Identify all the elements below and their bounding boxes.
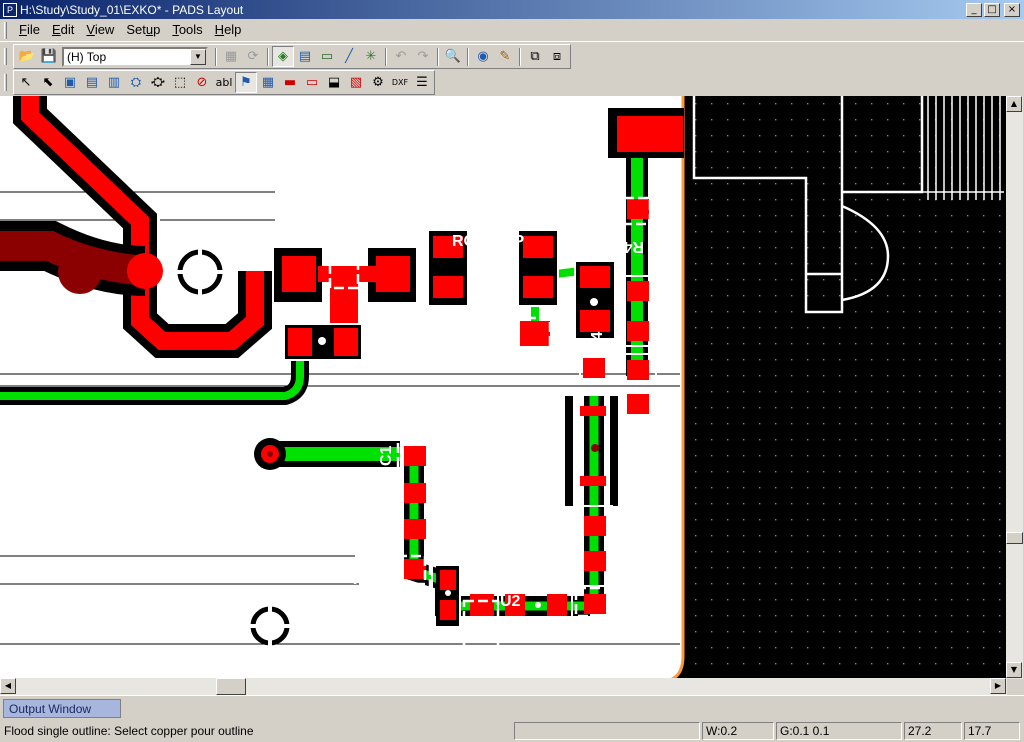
from-library-icon[interactable]: ▧: [345, 72, 367, 93]
status-grid: G:0.1 0.1: [776, 721, 902, 740]
scroll-corner: [1007, 679, 1024, 695]
view-icon[interactable]: ◉: [472, 46, 494, 67]
standard-toolbar-group: 📂 💾 (H) Top ▼ ▦ ⟳ ◈ ▤ ▭ ╱ ✳ ↶ ↷ 🔍 ◉ ✎ ⧉ …: [13, 44, 571, 69]
undo-icon[interactable]: ↶: [390, 46, 412, 67]
pour-icon[interactable]: ▤: [294, 46, 316, 67]
vertical-scroll-thumb[interactable]: [1006, 532, 1023, 544]
scroll-left-button[interactable]: ◀: [0, 678, 16, 694]
pcb-drawing[interactable]: R4 C1 U2 C4 RC CP: [0, 96, 1007, 679]
label-rc: RC: [452, 233, 476, 250]
dxf-icon[interactable]: DXF: [389, 72, 411, 93]
pads-app-icon[interactable]: P: [3, 2, 17, 17]
copper-icon[interactable]: ▣: [59, 72, 81, 93]
menu-setup[interactable]: Setup: [120, 20, 166, 40]
save-icon[interactable]: 💾: [38, 46, 60, 67]
zoom-board-icon[interactable]: ⧈: [546, 46, 568, 67]
vertical-scrollbar[interactable]: ▲ ▼: [1006, 96, 1023, 679]
scroll-right-button[interactable]: ▶: [990, 678, 1006, 694]
label-cp: CP: [502, 233, 525, 250]
toolbar-separator: [519, 47, 521, 66]
toolbar-separator: [437, 47, 439, 66]
maximize-button[interactable]: □: [984, 2, 1000, 17]
layer-select-value: (H) Top: [67, 49, 107, 64]
pour-manager-icon[interactable]: ▦: [257, 72, 279, 93]
toolbar-separator: [215, 47, 217, 66]
title-bar: P H:\Study\Study_01\EXKO* - PADS Layout …: [0, 0, 1024, 19]
layer-select[interactable]: (H) Top ▼: [62, 46, 208, 67]
close-button[interactable]: ×: [1004, 2, 1020, 17]
select-mode-icon[interactable]: ⬉: [37, 72, 59, 93]
board-outline-icon[interactable]: ⬚: [169, 72, 191, 93]
select-icon[interactable]: ↖: [15, 72, 37, 93]
horizontal-scroll-thumb[interactable]: [216, 678, 246, 695]
refresh-icon[interactable]: ⟳: [242, 46, 264, 67]
dimension-alt-icon[interactable]: ▭: [301, 72, 323, 93]
copper-cutout-icon[interactable]: ▤: [81, 72, 103, 93]
label-r4: R4: [623, 238, 644, 255]
copper-pour-icon[interactable]: ▥: [103, 72, 125, 93]
status-x: 27.2: [904, 721, 962, 740]
menu-file[interactable]: File: [13, 20, 46, 40]
open-icon[interactable]: 📂: [16, 46, 38, 67]
properties-icon[interactable]: ▦: [220, 46, 242, 67]
label-c1: C1: [378, 445, 395, 466]
keepout-icon[interactable]: ⊘: [191, 72, 213, 93]
drafting-toolbar-group: ↖ ⬉ ▣ ▤ ▥ ⛭ ⛮ ⬚ ⊘ abl ⚑ ▦ ▬ ▭ ⬓ ▧ ⚙ DXF …: [13, 70, 435, 95]
status-bar: Flood single outline: Select copper pour…: [0, 719, 1024, 742]
find-icon[interactable]: 🔍: [442, 46, 464, 67]
route-icon[interactable]: ╱: [338, 46, 360, 67]
status-y: 17.7: [964, 721, 1020, 740]
menu-tools[interactable]: Tools: [166, 20, 208, 40]
import-icon[interactable]: ⬓: [323, 72, 345, 93]
star-icon[interactable]: ✳: [360, 46, 382, 67]
chevron-down-icon[interactable]: ▼: [190, 48, 206, 65]
tree-icon[interactable]: ⚙: [367, 72, 389, 93]
standard-toolbar: 📂 💾 (H) Top ▼ ▦ ⟳ ◈ ▤ ▭ ╱ ✳ ↶ ↷ 🔍 ◉ ✎ ⧉ …: [0, 43, 1024, 70]
list-icon[interactable]: ☰: [411, 72, 433, 93]
toolbar-separator: [385, 47, 387, 66]
toolbar-grip[interactable]: [4, 48, 7, 65]
board-icon[interactable]: ▭: [316, 46, 338, 67]
output-window-tab[interactable]: Output Window: [3, 699, 121, 718]
flood-icon[interactable]: ⚑: [235, 72, 257, 93]
status-progress: [514, 721, 700, 740]
status-width: W:0.2: [702, 721, 774, 740]
window-title: H:\Study\Study_01\EXKO* - PADS Layout: [20, 2, 244, 17]
layers-icon[interactable]: ◈: [272, 46, 294, 67]
menubar-grip[interactable]: [4, 21, 7, 39]
text-icon[interactable]: abl: [213, 72, 235, 93]
toolbar-separator: [467, 47, 469, 66]
drafting-toolbar: ↖ ⬉ ▣ ▤ ▥ ⛭ ⛮ ⬚ ⊘ abl ⚑ ▦ ▬ ▭ ⬓ ▧ ⚙ DXF …: [0, 69, 1024, 96]
horizontal-scrollbar[interactable]: ◀ ▶: [0, 678, 1007, 695]
pcb-canvas[interactable]: R4 C1 U2 C4 RC CP: [0, 96, 1007, 679]
hatch-outline-icon[interactable]: ⛮: [147, 72, 169, 93]
minimize-button[interactable]: _: [966, 2, 982, 17]
scroll-down-button[interactable]: ▼: [1006, 662, 1022, 678]
redo-icon[interactable]: ↷: [412, 46, 434, 67]
scroll-up-button[interactable]: ▲: [1006, 96, 1022, 112]
menu-view[interactable]: View: [80, 20, 120, 40]
label-c4: C4: [589, 331, 606, 352]
label-u2: U2: [500, 593, 521, 610]
dimension-icon[interactable]: ▬: [279, 72, 301, 93]
paint-icon[interactable]: ✎: [494, 46, 516, 67]
zoom-window-icon[interactable]: ⧉: [524, 46, 546, 67]
menu-edit[interactable]: Edit: [46, 20, 80, 40]
menu-help[interactable]: Help: [209, 20, 248, 40]
menu-bar: File Edit View Setup Tools Help: [0, 19, 1024, 42]
status-message: Flood single outline: Select copper pour…: [4, 723, 254, 738]
hatch-icon[interactable]: ⛭: [125, 72, 147, 93]
toolbar-separator: [267, 47, 269, 66]
grid-dots: [684, 96, 1007, 679]
output-window-bar: Output Window: [0, 695, 1024, 719]
toolbar-grip[interactable]: [4, 74, 7, 91]
